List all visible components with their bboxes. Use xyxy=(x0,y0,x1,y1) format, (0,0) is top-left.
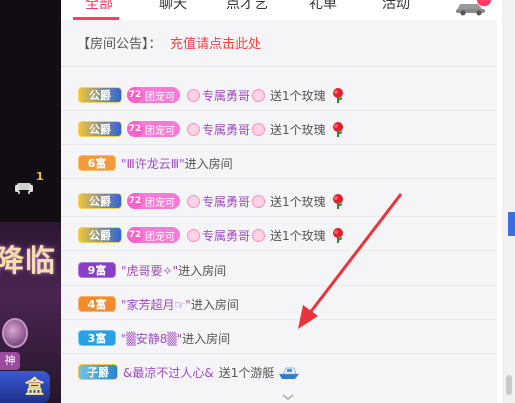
fan-club-badge: 72 团宠可 xyxy=(127,121,180,137)
message-text: 进入房间 xyxy=(182,331,231,346)
chat-tabs: 全部 聊天 点才艺 礼单 活动 xyxy=(61,0,502,20)
pig-icon xyxy=(252,228,266,242)
fan-club-name: 团宠可 xyxy=(145,125,175,137)
username[interactable]: 专属勇哥 xyxy=(202,87,250,104)
fan-level: 72 xyxy=(127,227,143,243)
username[interactable]: 专属勇哥 xyxy=(202,227,250,244)
message-text: 送1个玫瑰 xyxy=(270,194,326,209)
fan-club-name: 团宠可 xyxy=(145,231,175,243)
side-tab-marker xyxy=(508,212,515,236)
message-text: 进入房间 xyxy=(190,297,239,312)
car-notification-badge xyxy=(477,0,491,6)
noble-badge: 公爵 xyxy=(78,193,122,209)
rose-icon xyxy=(332,228,343,243)
pig-icon xyxy=(187,122,200,136)
username[interactable]: "家芳超月☞" xyxy=(121,296,191,313)
live-stage-preview: 1 降临 神 盒 xyxy=(0,0,61,403)
username[interactable]: 专属勇哥 xyxy=(202,121,250,138)
recharge-link[interactable]: 充值请点击此处 xyxy=(170,33,261,52)
tab-chat[interactable]: 聊天 xyxy=(159,0,187,13)
chat-message: 6富 "Ⅲ许龙云Ⅲ" 进入房间 xyxy=(61,146,502,179)
pig-icon xyxy=(252,88,266,102)
fan-club-badge: 72 团宠可 xyxy=(127,193,180,209)
message-text: 送1个游艇 xyxy=(218,365,275,380)
message-text: 进入房间 xyxy=(184,156,233,171)
fan-level: 72 xyxy=(127,193,143,209)
stage-title: 降临 xyxy=(0,244,56,279)
pig-icon xyxy=(252,122,266,136)
chat-message: 公爵 72 团宠可 专属勇哥 送1个玫瑰 xyxy=(61,112,502,145)
noble-badge: 公爵 xyxy=(78,87,122,103)
wealth-badge: 6富 xyxy=(78,155,116,171)
tab-all[interactable]: 全部 xyxy=(85,0,113,13)
username[interactable]: "Ⅲ许龙云Ⅲ" xyxy=(121,155,185,172)
wealth-badge: 9富 xyxy=(78,262,116,278)
noble-badge: 公爵 xyxy=(78,121,122,137)
fan-club-badge: 72 团宠可 xyxy=(127,87,180,103)
chat-message: 9富 "虎哥要✧" 进入房间 xyxy=(61,253,502,286)
fan-club-name: 团宠可 xyxy=(145,197,175,209)
message-text: 送1个玫瑰 xyxy=(270,88,326,103)
pig-icon xyxy=(252,194,266,208)
chevron-down-icon[interactable] xyxy=(281,392,295,402)
message-text: 进入房间 xyxy=(178,263,227,278)
notice-label: 【房间公告】： xyxy=(77,37,162,52)
chat-panel: 全部 聊天 点才艺 礼单 活动 【房间公告】： 充值请点击此处 公爵 72 团宠可… xyxy=(61,0,502,403)
tab-activity[interactable]: 活动 xyxy=(382,0,410,13)
tab-talent[interactable]: 点才艺 xyxy=(226,0,268,13)
pig-icon xyxy=(187,228,200,242)
room-notice: 【房间公告】： 充值请点击此处 xyxy=(61,20,502,67)
rose-icon xyxy=(332,194,343,209)
fan-club-badge: 72 团宠可 xyxy=(127,227,180,243)
chat-message: 4富 "家芳超月☞" 进入房间 xyxy=(61,287,502,320)
seat-count: 1 xyxy=(36,170,44,183)
host-name-tag: 神 xyxy=(0,352,20,370)
username[interactable]: &最凉不过人心& xyxy=(123,364,214,381)
sofa-icon[interactable] xyxy=(15,180,33,194)
wealth-badge: 4富 xyxy=(78,296,116,312)
noble-badge: 子爵 xyxy=(78,364,118,380)
chat-scrollbar-thumb[interactable] xyxy=(506,375,512,395)
chat-message: 公爵 72 团宠可 专属勇哥 送1个玫瑰 xyxy=(61,78,502,111)
chat-scrollbar[interactable] xyxy=(502,0,515,403)
wealth-badge: 3富 xyxy=(78,330,116,346)
fan-level: 72 xyxy=(127,121,143,137)
message-text: 送1个玫瑰 xyxy=(270,122,326,137)
avatar[interactable] xyxy=(2,318,28,348)
chat-message: 3富 "▒安静8▒" 进入房间 xyxy=(61,321,502,354)
username[interactable]: "▒安静8▒" xyxy=(121,330,182,347)
chat-message: 子爵 &最凉不过人心& 送1个游艇 xyxy=(61,355,502,388)
yacht-icon xyxy=(279,367,300,379)
rose-icon xyxy=(332,88,343,103)
chat-message: 公爵 72 团宠可 专属勇哥 送1个玫瑰 xyxy=(61,184,502,217)
rose-icon xyxy=(332,122,343,137)
message-text: 送1个玫瑰 xyxy=(270,228,326,243)
pig-icon xyxy=(187,194,200,208)
noble-badge: 公爵 xyxy=(78,227,122,243)
box-banner[interactable]: 盒 xyxy=(0,371,50,403)
username[interactable]: 专属勇哥 xyxy=(202,193,250,210)
chat-message: 公爵 72 团宠可 专属勇哥 送1个玫瑰 xyxy=(61,218,502,251)
fan-club-name: 团宠可 xyxy=(145,91,175,103)
pig-icon xyxy=(187,88,200,102)
fan-level: 72 xyxy=(127,87,143,103)
tab-gift-list[interactable]: 礼单 xyxy=(309,0,337,13)
username[interactable]: "虎哥要✧" xyxy=(121,262,178,279)
